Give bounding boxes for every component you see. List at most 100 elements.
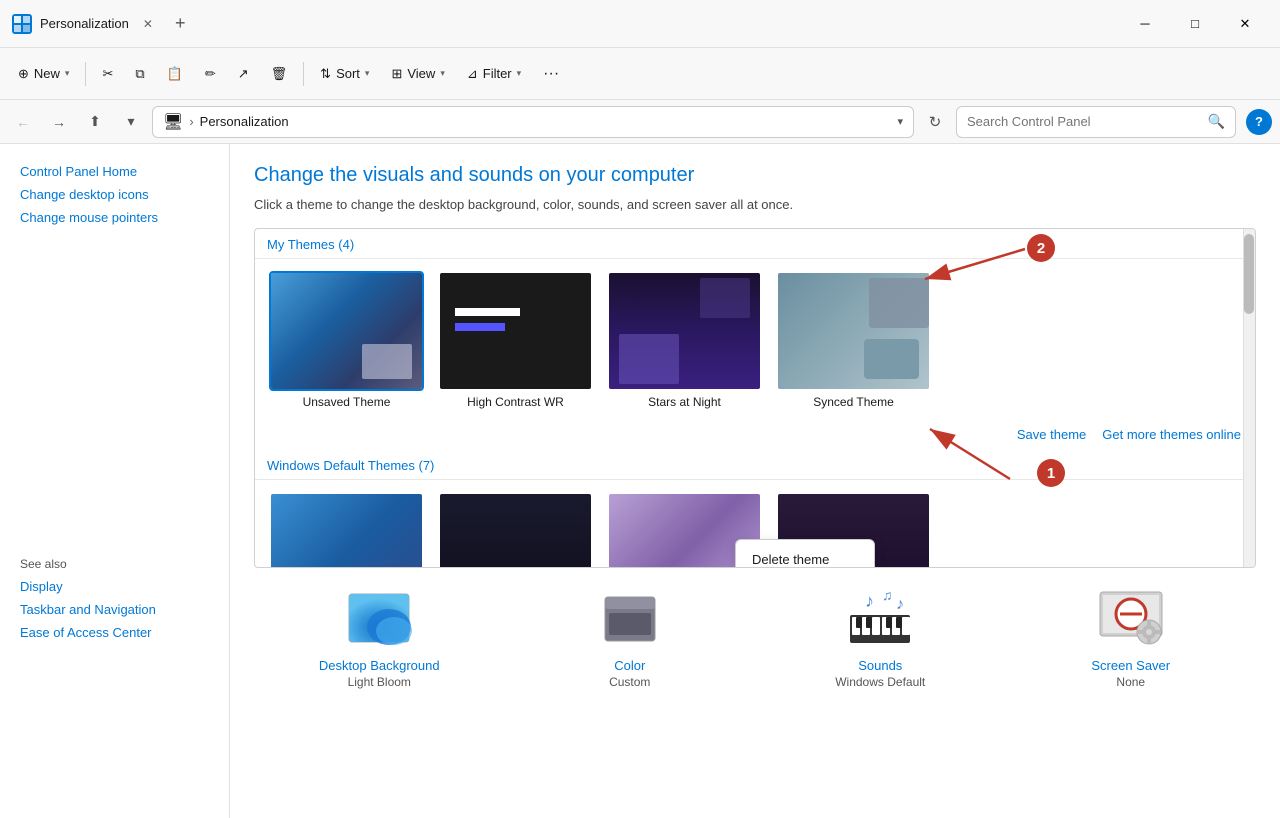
toolbar: ⊕ New ▾ ✂ ⧉ 📋 ✏ ↗ 🗑 ⇅ Sort ▾ ⊞ View ▾ ⊿ … xyxy=(0,48,1280,100)
view-button[interactable]: ⊞ View ▾ xyxy=(381,60,454,88)
windows-default-themes-label[interactable]: Windows Default Themes (7) xyxy=(255,450,1255,480)
theme-item-unsaved[interactable]: Unsaved Theme xyxy=(269,271,424,409)
theme-thumb-dark[interactable] xyxy=(438,492,593,568)
theme-item-bloom[interactable] xyxy=(269,492,424,568)
theme-thumb-stars[interactable] xyxy=(607,271,762,391)
svg-text:♪: ♪ xyxy=(865,591,874,611)
help-button[interactable]: ? xyxy=(1246,109,1272,135)
view-label: View xyxy=(407,66,435,81)
new-chevron: ▾ xyxy=(65,68,70,79)
badge-2: 2 xyxy=(1027,234,1055,262)
view-chevron: ▾ xyxy=(440,68,445,79)
my-themes-grid: Unsaved Theme High Contrast WR xyxy=(255,259,1255,421)
breadcrumb-separator: › xyxy=(189,114,193,129)
tab-title: Personalization xyxy=(40,16,129,31)
sounds-link[interactable]: Sounds xyxy=(858,658,902,673)
sidebar-item-change-mouse-pointers[interactable]: Change mouse pointers xyxy=(0,206,229,229)
sidebar-item-display[interactable]: Display xyxy=(0,575,229,598)
theme-item-dark[interactable] xyxy=(438,492,593,568)
new-label: New xyxy=(34,66,60,81)
search-bar: 🔍 xyxy=(956,106,1236,138)
theme-item-stars[interactable]: Stars at Night xyxy=(607,271,762,409)
save-theme-link[interactable]: Save theme xyxy=(1017,427,1086,442)
sounds-icon: ♪ ♫ ♪ xyxy=(840,584,920,654)
delete-icon: 🗑 xyxy=(271,66,288,82)
sidebar-item-control-panel-home[interactable]: Control Panel Home xyxy=(0,160,229,183)
color-link[interactable]: Color xyxy=(614,658,645,673)
content-area: Change the visuals and sounds on your co… xyxy=(230,144,1280,818)
scrollbar-track[interactable] xyxy=(1243,229,1255,567)
sounds-sub: Windows Default xyxy=(835,675,925,689)
search-input[interactable] xyxy=(967,114,1202,129)
view-icon: ⊞ xyxy=(391,66,402,82)
more-icon: ··· xyxy=(543,65,559,83)
paste-button[interactable]: 📋 xyxy=(157,60,193,88)
theme-item-hc[interactable]: High Contrast WR xyxy=(438,271,593,409)
tab-area: Personalization ✕ + xyxy=(12,13,185,34)
get-more-themes-link[interactable]: Get more themes online xyxy=(1102,427,1241,442)
filter-button[interactable]: ⊿ Filter ▾ xyxy=(457,60,531,88)
sort-button[interactable]: ⇅ Sort ▾ xyxy=(310,60,379,88)
new-button[interactable]: ⊕ New ▾ xyxy=(8,60,79,88)
minimize-button[interactable]: ─ xyxy=(1122,8,1168,40)
save-links: Save theme Get more themes online xyxy=(255,421,1255,450)
sidebar-main-links: Control Panel Home Change desktop icons … xyxy=(0,160,229,229)
page-title: Change the visuals and sounds on your co… xyxy=(254,164,1256,187)
breadcrumb-chevron: ▾ xyxy=(897,115,903,128)
bottom-panels: Desktop Background Light Bloom Color Cus… xyxy=(254,584,1256,689)
more-button[interactable]: ··· xyxy=(533,59,569,89)
sidebar-see-also: See also Display Taskbar and Navigation … xyxy=(0,545,229,644)
new-icon: ⊕ xyxy=(18,66,29,82)
theme-thumb-hc[interactable] xyxy=(438,271,593,391)
panel-screen-saver[interactable]: Screen Saver None xyxy=(1041,584,1221,689)
copy-button[interactable]: ⧉ xyxy=(125,60,154,88)
forward-button[interactable]: → xyxy=(44,107,74,137)
location-icon: 🖥 xyxy=(163,112,183,132)
theme-thumb-synced[interactable] xyxy=(776,271,931,391)
sidebar-item-taskbar[interactable]: Taskbar and Navigation xyxy=(0,598,229,621)
scrollbar-thumb[interactable] xyxy=(1244,234,1254,314)
desktop-background-link[interactable]: Desktop Background xyxy=(319,658,440,673)
theme-name-hc: High Contrast WR xyxy=(467,395,564,409)
theme-container: My Themes (4) Unsaved Theme xyxy=(254,228,1256,568)
window-controls: ─ □ ✕ xyxy=(1122,8,1268,40)
screen-saver-icon xyxy=(1091,584,1171,654)
delete-button[interactable]: 🗑 xyxy=(261,60,298,88)
panel-desktop-background[interactable]: Desktop Background Light Bloom xyxy=(289,584,469,689)
separator-2 xyxy=(303,62,304,86)
page-subtitle: Click a theme to change the desktop back… xyxy=(254,197,1256,212)
my-themes-label[interactable]: My Themes (4) xyxy=(255,229,1255,259)
recent-button[interactable]: ▾ xyxy=(116,107,146,137)
cut-button[interactable]: ✂ xyxy=(92,60,123,88)
sidebar-item-ease-of-access[interactable]: Ease of Access Center xyxy=(0,621,229,644)
copy-icon: ⧉ xyxy=(135,66,144,82)
sidebar-item-change-desktop-icons[interactable]: Change desktop icons xyxy=(0,183,229,206)
panel-sounds[interactable]: ♪ ♫ ♪ Sounds Windows Default xyxy=(790,584,970,689)
new-tab-button[interactable]: + xyxy=(175,13,186,34)
refresh-button[interactable]: ↻ xyxy=(920,107,950,137)
up-button[interactable]: ⬆ xyxy=(80,107,110,137)
see-also-label: See also xyxy=(0,545,229,575)
theme-thumb-bloom[interactable] xyxy=(269,492,424,568)
panel-color[interactable]: Color Custom xyxy=(540,584,720,689)
window-icon xyxy=(12,14,32,34)
color-sub: Custom xyxy=(609,675,650,689)
sort-icon: ⇅ xyxy=(320,66,331,82)
rename-button[interactable]: ✏ xyxy=(195,60,226,88)
share-icon: ↗ xyxy=(238,66,249,82)
theme-thumb-unsaved[interactable] xyxy=(269,271,424,391)
sort-label: Sort xyxy=(336,66,360,81)
tab-close-button[interactable]: ✕ xyxy=(137,15,159,33)
close-button[interactable]: ✕ xyxy=(1222,8,1268,40)
back-button[interactable]: ← xyxy=(8,107,38,137)
screen-saver-link[interactable]: Screen Saver xyxy=(1091,658,1170,673)
maximize-button[interactable]: □ xyxy=(1172,8,1218,40)
share-button[interactable]: ↗ xyxy=(228,60,259,88)
svg-text:♫: ♫ xyxy=(882,587,893,603)
title-bar: Personalization ✕ + ─ □ ✕ xyxy=(0,0,1280,48)
breadcrumb[interactable]: 🖥 › Personalization ▾ xyxy=(152,106,914,138)
separator-1 xyxy=(85,62,86,86)
delete-theme-menu-item[interactable]: Delete theme xyxy=(736,544,874,568)
search-icon[interactable]: 🔍 xyxy=(1208,113,1225,130)
theme-item-synced[interactable]: Synced Theme xyxy=(776,271,931,409)
